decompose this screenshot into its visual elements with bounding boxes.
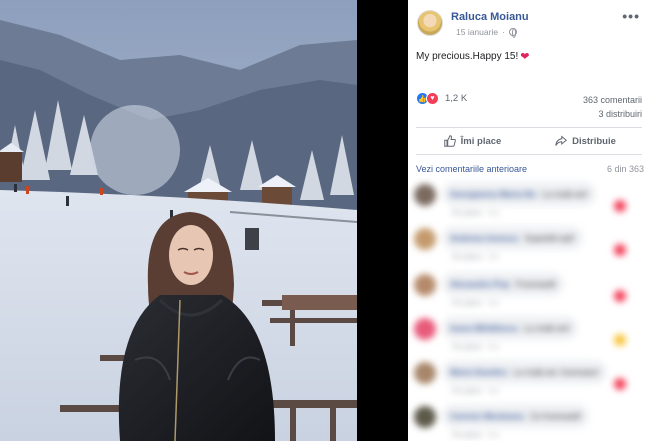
comment-meta[interactable]: Îmi place · 3 z: [452, 252, 499, 261]
commenter-avatar[interactable]: [414, 318, 436, 340]
comment-bubble: Georgianna Maria Ilie La mulți ani!: [442, 182, 596, 206]
globe-icon[interactable]: [508, 28, 517, 38]
comment-bubble: Maria Dumitru La mulți ani, frumoaso!: [442, 360, 608, 384]
like-button-label: Îmi place: [460, 135, 502, 147]
comment-meta[interactable]: Îmi place · 3 z: [452, 342, 499, 351]
post-message: My precious.Happy 15! ❤: [416, 50, 530, 63]
post-details-panel: Raluca Moianu 15 ianuarie · ••• My preci…: [408, 0, 650, 441]
comment-item: Andreea Ionescu Superbă ești! Îmi place …: [414, 222, 640, 264]
reactions-count[interactable]: 1,2 K: [445, 93, 467, 104]
comment-item: Ioana Mihăilescu La mulți ani! Îmi place…: [414, 312, 640, 354]
love-reaction-icon: [614, 378, 626, 390]
comment-meta[interactable]: Îmi place · 3 z: [452, 298, 499, 307]
more-options-icon[interactable]: •••: [622, 8, 640, 24]
love-reaction-icon: ♥: [426, 92, 439, 105]
photo-panel-divider: [357, 0, 408, 441]
comment-meta[interactable]: Îmi place · 3 z: [452, 386, 499, 395]
comment-text: La mulți ani!: [524, 323, 570, 333]
author-name[interactable]: Raluca Moianu: [451, 11, 529, 23]
commenter-name[interactable]: Alexandra Pop: [450, 279, 510, 289]
comment-text: Ce frumoasă!: [530, 411, 582, 421]
love-reaction-icon: [614, 200, 626, 212]
user-avatar[interactable]: [417, 10, 443, 36]
engagement-counts: 363 comentarii 3 distribuiri: [583, 93, 642, 121]
comment-bubble: Alexandra Pop Frumoasă!: [442, 272, 565, 296]
comment-item: Carmen Munteanu Ce frumoasă! Îmi place ·…: [414, 400, 640, 441]
comment-text: Frumoasă!: [515, 279, 557, 289]
haha-reaction-icon: [614, 334, 626, 346]
comment-bubble: Andreea Ionescu Superbă ești!: [442, 226, 583, 250]
commenter-name[interactable]: Maria Dumitru: [450, 367, 507, 377]
commenter-avatar[interactable]: [414, 228, 436, 250]
reactions-summary[interactable]: 👍 ♥ 1,2 K: [416, 92, 467, 105]
commenter-name[interactable]: Andreea Ionescu: [450, 233, 519, 243]
post-actions: Îmi place Distribuie: [416, 127, 642, 155]
post-header: Raluca Moianu 15 ianuarie · •••: [408, 0, 650, 44]
comment-bubble: Ioana Mihăilescu La mulți ani!: [442, 316, 578, 340]
photo-scene: [0, 0, 357, 441]
commenter-avatar[interactable]: [414, 362, 436, 384]
post-meta: 15 ianuarie ·: [456, 27, 517, 38]
comment-text: La mulți ani, frumoaso!: [513, 367, 600, 377]
comment-bubble: Carmen Munteanu Ce frumoasă!: [442, 404, 590, 428]
commenter-avatar[interactable]: [414, 406, 436, 428]
comment-meta[interactable]: Îmi place · 3 z: [452, 430, 499, 439]
comments-list: Georgianna Maria Ilie La mulți ani! Îmi …: [408, 172, 650, 441]
commenter-avatar[interactable]: [414, 184, 436, 206]
red-heart-icon: ❤: [520, 51, 530, 63]
meta-separator: ·: [502, 27, 505, 37]
love-reaction-icon: [614, 290, 626, 302]
comment-text: Superbă ești!: [524, 233, 575, 243]
comment-text: La mulți ani!: [541, 189, 588, 199]
share-button[interactable]: Distribuie: [529, 128, 642, 154]
like-button[interactable]: Îmi place: [416, 128, 529, 154]
commenter-avatar[interactable]: [414, 274, 436, 296]
comments-count[interactable]: 363 comentarii: [583, 93, 642, 107]
comment-item: Maria Dumitru La mulți ani, frumoaso! Îm…: [414, 356, 640, 398]
share-button-label: Distribuie: [572, 135, 616, 147]
thumbs-up-icon: [443, 135, 456, 147]
commenter-name[interactable]: Georgianna Maria Ilie: [450, 189, 536, 199]
post-date[interactable]: 15 ianuarie: [456, 27, 498, 37]
commenter-name[interactable]: Ioana Mihăilescu: [450, 323, 518, 333]
comment-item: Georgianna Maria Ilie La mulți ani! Îmi …: [414, 178, 640, 220]
shares-count[interactable]: 3 distribuiri: [583, 107, 642, 121]
post-photo[interactable]: [0, 0, 357, 441]
post-message-text: My precious.Happy 15!: [416, 51, 519, 62]
love-reaction-icon: [614, 244, 626, 256]
comment-meta[interactable]: Îmi place · 3 z: [452, 208, 499, 217]
commenter-name[interactable]: Carmen Munteanu: [450, 411, 524, 421]
comment-item: Alexandra Pop Frumoasă! Îmi place · 3 z: [414, 268, 640, 310]
share-arrow-icon: [555, 135, 568, 146]
